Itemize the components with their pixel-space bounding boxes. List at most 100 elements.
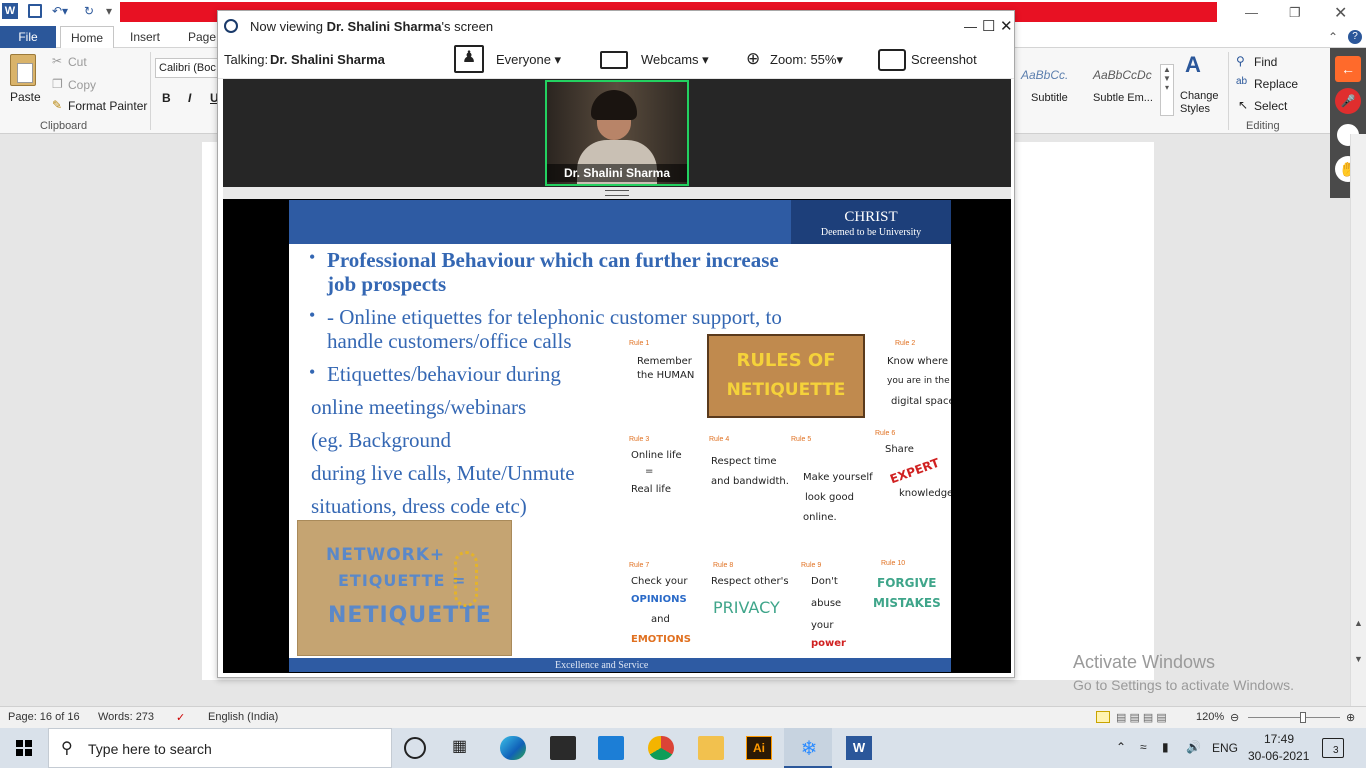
format-painter-button[interactable]: Format Painter	[68, 99, 147, 113]
minimize-button[interactable]: —	[1245, 5, 1258, 20]
zoom-maximize-button[interactable]: ☐	[982, 17, 995, 35]
tab-home[interactable]: Home	[60, 26, 114, 48]
show-hidden-icons[interactable]: ⌃	[1116, 740, 1126, 754]
bullet-3-line-4: during live calls, Mute/Unmute	[311, 461, 575, 485]
change-styles-label-1[interactable]: Change	[1180, 90, 1219, 102]
word-app-icon[interactable]: W	[846, 736, 872, 760]
word-count[interactable]: Words: 273	[98, 711, 154, 723]
save-icon[interactable]	[28, 4, 42, 18]
cortana-icon[interactable]	[404, 737, 426, 759]
tab-insert[interactable]: Insert	[124, 26, 166, 48]
webcams-dropdown[interactable]: Webcams ▾	[641, 52, 709, 68]
zoom-in-icon[interactable]: ⊕	[746, 49, 760, 69]
zoom-slider[interactable]	[1248, 712, 1340, 723]
task-view-icon[interactable]: ▦	[452, 736, 478, 760]
zoom-app-icon[interactable]: ❄	[796, 736, 822, 760]
rule-7-line-3: and	[651, 614, 670, 625]
mail-icon[interactable]	[598, 736, 624, 760]
chrome-icon[interactable]	[648, 736, 674, 760]
style-subtitle-preview[interactable]: AaBbCc.	[1021, 68, 1068, 82]
tab-file[interactable]: File	[0, 26, 56, 48]
zoom-slider-thumb[interactable]	[1300, 712, 1306, 723]
copy-icon: ❐	[52, 77, 63, 91]
style-subtle-em-preview[interactable]: AaBbCcDc	[1093, 68, 1152, 82]
customize-quick-access-icon[interactable]: ▾	[106, 4, 112, 18]
help-button[interactable]: ?	[1348, 30, 1362, 44]
paste-button[interactable]: Paste	[10, 90, 41, 104]
zoom-level[interactable]: 120%	[1196, 711, 1224, 723]
copy-button[interactable]: Copy	[68, 78, 96, 92]
battery-icon[interactable]: ▮	[1162, 740, 1169, 754]
zoom-toolbar: Talking: Dr. Shalini Sharma ♟ Everyone ▾…	[218, 43, 1014, 79]
zoom-close-button[interactable]: ✕	[1000, 17, 1013, 35]
styles-scroll[interactable]: ▲ ▼ ▾	[1160, 64, 1174, 116]
store-icon[interactable]	[550, 736, 576, 760]
speaker-video-tile[interactable]: Dr. Shalini Sharma	[545, 80, 689, 186]
cut-button[interactable]: Cut	[68, 55, 87, 69]
illustrator-icon[interactable]: Ai	[746, 736, 772, 760]
clock-date[interactable]: 30-06-2021	[1248, 749, 1309, 763]
network-icon[interactable]: ≈	[1140, 740, 1147, 754]
undo-icon[interactable]: ↶▾	[52, 4, 68, 18]
rule-4-number: Rule 4	[709, 436, 730, 443]
video-splitter-handle[interactable]	[223, 187, 1011, 199]
arrow-back-icon[interactable]: ←	[1335, 56, 1361, 82]
start-button[interactable]	[0, 728, 48, 768]
vertical-scrollbar[interactable]: ▲ ▼	[1350, 134, 1366, 706]
view-icons[interactable]: ▤ ▤ ▤ ▤	[1116, 711, 1167, 724]
clock-time[interactable]: 17:49	[1264, 732, 1294, 746]
rule-10-line-2: MISTAKES	[873, 596, 941, 610]
rules-title-line-2: NETIQUETTE	[726, 380, 846, 400]
change-styles-label-2[interactable]: Styles	[1180, 103, 1210, 115]
rule-8-line-2: PRIVACY	[713, 598, 780, 617]
activate-windows-subtitle: Go to Settings to activate Windows.	[1073, 677, 1294, 693]
edge-icon[interactable]	[500, 736, 526, 760]
camera-icon[interactable]	[878, 49, 906, 71]
rule-1-number: Rule 1	[629, 340, 650, 347]
zoom-minimize-button[interactable]: —	[964, 19, 977, 34]
bullet-3-line-1: Etiquettes/behaviour during	[327, 362, 561, 386]
proofing-icon[interactable]: ✓	[176, 711, 185, 724]
paste-icon[interactable]	[10, 54, 36, 86]
zoom-in-button[interactable]: ⊕	[1346, 711, 1355, 724]
video-strip: Dr. Shalini Sharma	[223, 79, 1011, 187]
rule-4-line-1: Respect time	[711, 456, 777, 467]
everyone-dropdown[interactable]: Everyone ▾	[496, 52, 561, 68]
print-layout-icon[interactable]	[1096, 711, 1110, 723]
rule-9-line-3: your	[811, 620, 834, 631]
restore-button[interactable]: ❐	[1289, 5, 1301, 21]
zoom-level-dropdown[interactable]: Zoom: 55%▾	[770, 52, 843, 68]
screenshot-button[interactable]: Screenshot	[911, 52, 977, 67]
volume-icon[interactable]: 🔊	[1186, 740, 1201, 754]
change-styles-icon[interactable]: A	[1185, 52, 1201, 78]
bullet-dot-1: •	[309, 247, 316, 267]
language-status[interactable]: English (India)	[208, 711, 278, 723]
webcam-icon[interactable]	[600, 51, 628, 69]
participants-icon[interactable]: ♟	[454, 45, 484, 73]
bullet-2-line-1: - Online etiquettes for telephonic custo…	[327, 305, 782, 329]
zoom-out-button[interactable]: ⊖	[1230, 711, 1239, 724]
file-explorer-icon[interactable]	[698, 736, 724, 760]
rule-6-line-3: knowledge.	[899, 488, 951, 499]
replace-button[interactable]: Replace	[1254, 77, 1298, 91]
help-icon[interactable]: ⌃	[1328, 30, 1338, 44]
font-name-box[interactable]: Calibri (Boc	[155, 58, 219, 78]
talking-label: Talking:	[224, 52, 269, 67]
rule-9-number: Rule 9	[801, 562, 822, 569]
select-button[interactable]: Select	[1254, 99, 1287, 113]
language-indicator[interactable]: ENG	[1212, 741, 1238, 755]
find-button[interactable]: Find	[1254, 55, 1277, 69]
microphone-muted-icon[interactable]: 🎤	[1335, 88, 1361, 114]
page-count[interactable]: Page: 16 of 16	[8, 711, 80, 723]
find-icon: ⚲	[1236, 54, 1245, 68]
title-name: Dr. Shalini Sharma	[326, 19, 442, 34]
redo-icon[interactable]: ↻	[84, 4, 94, 18]
snake-doodle-icon	[454, 551, 478, 607]
network-etiquette-image: NETWORK+ ETIQUETTE = NETIQUETTE	[297, 520, 512, 656]
italic-button[interactable]: I	[188, 91, 191, 105]
taskbar-search-box[interactable]: ⚲ Type here to search	[48, 728, 392, 768]
close-button[interactable]: ✕	[1334, 3, 1347, 23]
zoom-share-window: Now viewing Dr. Shalini Sharma's screen …	[217, 10, 1015, 678]
bold-button[interactable]: B	[162, 91, 171, 105]
notifications-button[interactable]: 3	[1322, 738, 1344, 758]
